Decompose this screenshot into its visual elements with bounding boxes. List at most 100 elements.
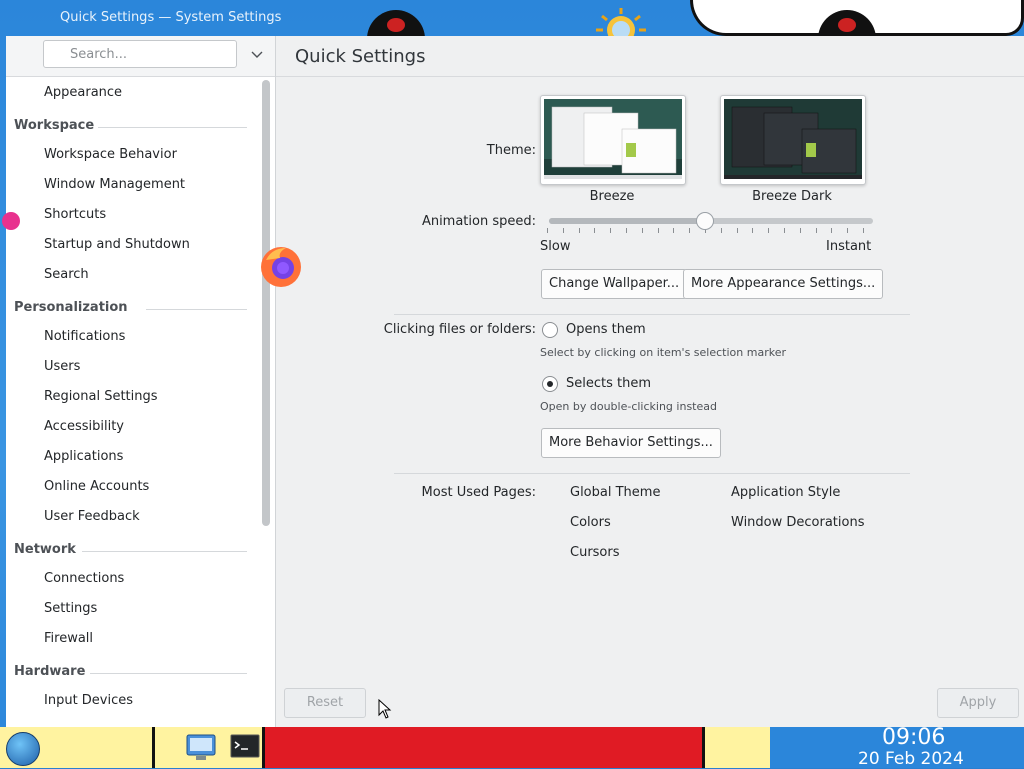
search-input[interactable] (44, 41, 236, 67)
slider-tick (752, 228, 754, 233)
sidebar-item-user-feedback[interactable]: User Feedback (44, 504, 140, 534)
slider-tick (863, 228, 864, 233)
mouse-cursor-icon (378, 699, 392, 719)
sidebar-item-workspace-behavior[interactable]: Workspace Behavior (44, 142, 177, 172)
slider-tick (768, 228, 770, 233)
clicking-files-label: Clicking files or folders: (383, 322, 536, 337)
wallpaper-line (152, 727, 155, 768)
most-used-application-style[interactable]: Application Style (731, 485, 840, 500)
desktop-indicator-dot (2, 212, 20, 230)
sidebar-item-startup-and-shutdown[interactable]: Startup and Shutdown (44, 232, 190, 262)
slider-tick (831, 228, 833, 233)
most-used-global-theme[interactable]: Global Theme (570, 485, 660, 500)
slider-tick (815, 228, 817, 233)
radio-selects-them[interactable] (542, 376, 558, 392)
slider-fill (549, 218, 711, 224)
theme-name-breeze: Breeze (589, 189, 635, 204)
sidebar-category-workspace: Workspace (14, 118, 95, 133)
theme-card-breeze-dark[interactable] (720, 95, 866, 185)
sidebar-item-users[interactable]: Users (44, 354, 80, 384)
category-divider (98, 127, 247, 128)
slider-tick (847, 228, 849, 233)
sidebar-item-online-accounts[interactable]: Online Accounts (44, 474, 149, 504)
system-settings-taskbar-icon[interactable] (186, 733, 216, 761)
sidebar-item-firewall[interactable]: Firewall (44, 626, 93, 656)
theme-name-breeze-dark: Breeze Dark (752, 189, 832, 204)
animation-speed-label: Animation speed: (421, 214, 536, 229)
slider-min-label: Slow (540, 239, 571, 254)
theme-card-breeze[interactable] (540, 95, 686, 185)
slider-tick (594, 228, 596, 233)
most-used-colors[interactable]: Colors (570, 515, 611, 530)
system-settings-window: AppearanceWorkspaceWorkspace BehaviorWin… (6, 36, 1024, 727)
sidebar-item-notifications[interactable]: Notifications (44, 324, 125, 354)
header-divider (276, 76, 1024, 77)
start-menu-button[interactable] (6, 732, 40, 766)
sidebar-item-applications[interactable]: Applications (44, 444, 123, 474)
window-title: Quick Settings — System Settings (60, 10, 282, 25)
slider-tick (673, 228, 675, 233)
taskbar: 09:06 20 Feb 2024 (0, 725, 1024, 769)
slider-tick (720, 228, 722, 233)
change-wallpaper-button[interactable]: Change Wallpaper... (541, 269, 688, 299)
most-used-window-decorations[interactable]: Window Decorations (731, 515, 865, 530)
sidebar-item-search[interactable]: Search (44, 262, 89, 292)
sidebar-header (6, 36, 275, 77)
search-field[interactable] (43, 40, 237, 68)
category-divider (146, 309, 247, 310)
sidebar-item-accessibility[interactable]: Accessibility (44, 414, 124, 444)
slider-tick (562, 228, 564, 233)
sidebar-item-regional-settings[interactable]: Regional Settings (44, 384, 158, 414)
apply-button[interactable]: Apply (937, 688, 1019, 718)
more-behavior-settings-button[interactable]: More Behavior Settings... (541, 428, 721, 458)
sidebar-item-connections[interactable]: Connections (44, 566, 124, 596)
slider-max-label: Instant (826, 239, 872, 254)
slider-tick (736, 228, 738, 233)
slider-tick (689, 228, 691, 233)
breeze-preview-image (544, 99, 682, 179)
radio-opens-them[interactable] (542, 322, 558, 338)
sidebar-category-network: Network (14, 542, 76, 557)
clock-time[interactable]: 09:06 (882, 725, 945, 750)
taskbar-wallpaper-red (262, 727, 702, 768)
category-divider (82, 551, 247, 552)
sidebar-scrollbar-thumb[interactable] (262, 80, 270, 526)
theme-label: Theme: (486, 143, 536, 158)
sidebar: Appearance Workspace Workspace BehaviorWin… (6, 36, 276, 727)
section-divider (394, 314, 910, 315)
more-appearance-settings-button[interactable]: More Appearance Settings... (683, 269, 884, 299)
opens-them-hint: Select by clicking on item's selection m… (540, 346, 786, 359)
reset-button[interactable]: Reset (284, 688, 366, 718)
firefox-icon[interactable] (258, 244, 304, 290)
slider-tick (657, 228, 659, 233)
most-used-label: Most Used Pages: (421, 485, 536, 500)
sidebar-item-shortcuts[interactable]: Shortcuts (44, 202, 106, 232)
wallpaper-line (262, 727, 265, 768)
slider-tick (610, 228, 612, 233)
slider-tick (799, 228, 801, 233)
radio-opens-them-label[interactable]: Opens them (566, 322, 646, 337)
most-used-cursors[interactable]: Cursors (570, 545, 620, 560)
chevron-down-icon (251, 51, 263, 58)
category-divider (90, 673, 247, 674)
sidebar-item-input-devices[interactable]: Input Devices (44, 688, 133, 718)
sidebar-category-personalization: Personalization (14, 300, 128, 315)
selects-them-hint: Open by double-clicking instead (540, 400, 717, 413)
slider-tick (547, 228, 548, 233)
sidebar-menu-button[interactable] (246, 44, 268, 66)
clock-date[interactable]: 20 Feb 2024 (858, 749, 964, 769)
slider-tick (626, 228, 627, 233)
radio-selects-them-label[interactable]: Selects them (566, 376, 651, 391)
slider-tick (578, 228, 580, 233)
sidebar-category-hardware: Hardware (14, 664, 86, 679)
terminal-taskbar-icon[interactable] (230, 733, 260, 761)
slider-tick (641, 228, 643, 233)
window-titlebar[interactable]: Quick Settings — System Settings (0, 0, 690, 36)
page-title: Quick Settings (295, 46, 426, 67)
sidebar-list: Appearance Workspace Workspace Behavior Win… (6, 76, 261, 727)
sidebar-item-appearance[interactable]: Appearance (44, 80, 122, 110)
section-divider (394, 473, 910, 474)
slider-handle[interactable] (696, 212, 714, 230)
sidebar-item-settings[interactable]: Settings (44, 596, 97, 626)
sidebar-item-window-management[interactable]: Window Management (44, 172, 185, 202)
